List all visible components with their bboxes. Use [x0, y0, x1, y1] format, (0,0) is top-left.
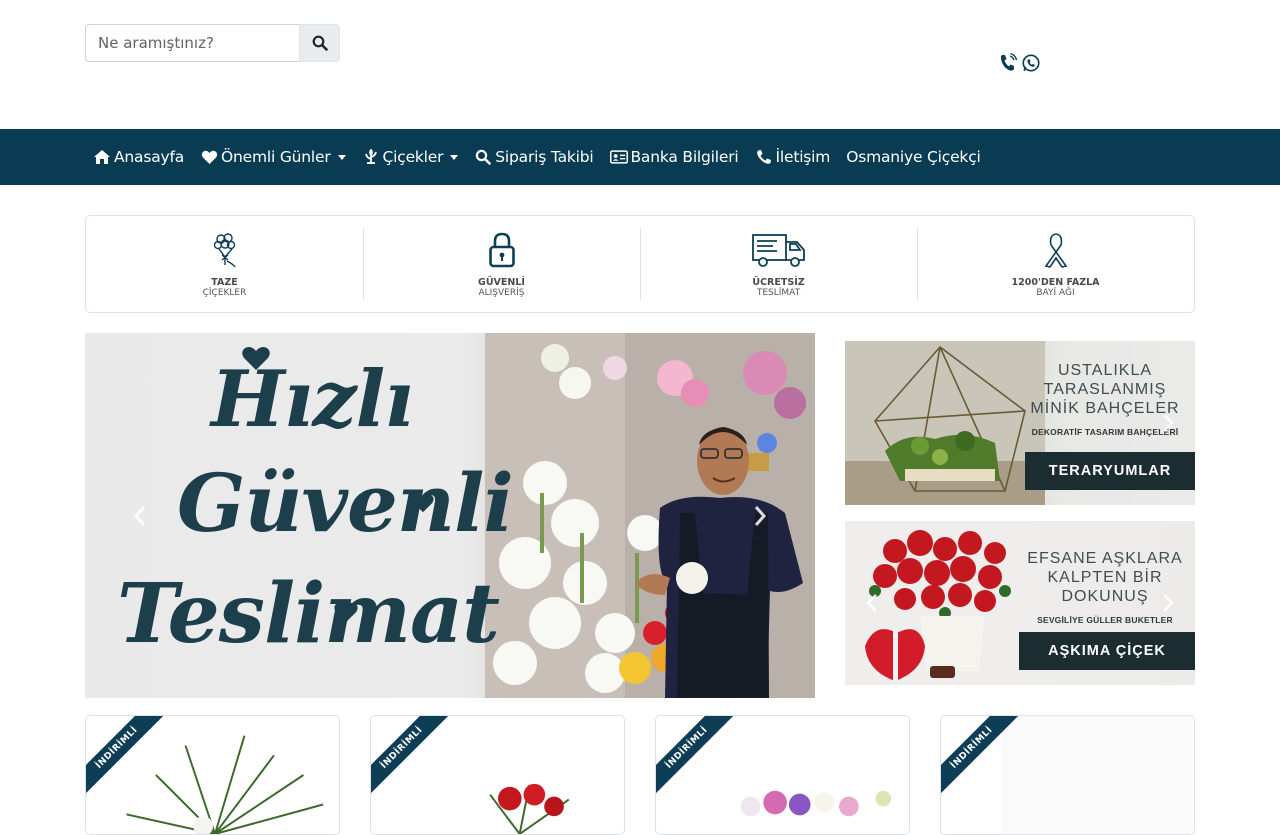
- feature-dealer-network: 1200'DEN FAZLA BAYİ AĞI: [917, 216, 1194, 312]
- search-icon: [474, 148, 492, 166]
- heart-decor-icon: [334, 602, 358, 623]
- ribbon-icon: [1041, 230, 1071, 270]
- feature-subtitle: ALIŞVERİŞ: [478, 288, 525, 298]
- carousel-prev-button[interactable]: [859, 583, 885, 623]
- feature-title: ÜCRETSİZ: [752, 277, 805, 288]
- nav-item-banka-bilgileri[interactable]: Banka Bilgileri: [609, 148, 739, 166]
- nav-label: Önemli Günler: [221, 148, 331, 166]
- nav-label: Anasayfa: [114, 148, 185, 166]
- banner-cta[interactable]: TERARYUMLAR: [1025, 452, 1195, 490]
- chevron-left-icon: [866, 594, 877, 612]
- heart-icon: [200, 148, 218, 166]
- nav-item-iletisim[interactable]: İletişim: [755, 148, 831, 166]
- chevron-down-icon: [450, 154, 459, 160]
- site-header: [0, 0, 1280, 129]
- carousel-next-button[interactable]: [1155, 583, 1181, 623]
- heart-decor-icon: [412, 494, 434, 513]
- feature-secure-shopping: GÜVENLİ ALIŞVERİŞ: [363, 216, 640, 312]
- banner-line: TARASLANMIŞ: [1043, 381, 1167, 398]
- phone-icon[interactable]: [998, 52, 1018, 74]
- banner-cta[interactable]: AŞKIMA ÇİÇEK: [1019, 632, 1195, 670]
- chevron-left-icon: [133, 505, 146, 526]
- nav-item-cicekler[interactable]: Çiçekler: [362, 148, 459, 166]
- banner-line: EFSANE AŞKLARA: [1027, 550, 1183, 567]
- nav-item-anasayfa[interactable]: Anasayfa: [93, 148, 184, 166]
- search-icon: [312, 35, 328, 51]
- nav-item-siparis-takibi[interactable]: Sipariş Takibi: [474, 148, 594, 166]
- feature-title: 1200'DEN FAZLA: [1011, 277, 1100, 288]
- flower-icon: [362, 148, 380, 166]
- feature-free-delivery: ÜCRETSİZ TESLİMAT: [640, 216, 917, 312]
- nav-label: Çiçekler: [382, 148, 444, 166]
- heart-decor-icon: [242, 347, 270, 370]
- terrarium-image: [845, 341, 1045, 505]
- love-flowers-banner[interactable]: EFSANE AŞKLARA KALPTEN BİR DOKUNUŞ SEVGİ…: [845, 521, 1195, 685]
- chevron-right-icon: [1163, 594, 1174, 612]
- lock-icon: [487, 230, 517, 270]
- home-icon: [93, 148, 111, 166]
- hero-text: Hızlı Güvenli Teslimat: [111, 333, 581, 698]
- search-input[interactable]: [85, 24, 299, 62]
- nav-label: Banka Bilgileri: [630, 148, 739, 166]
- product-card[interactable]: İNDİRİMLİ: [940, 715, 1195, 835]
- feature-title: GÜVENLİ: [478, 277, 525, 288]
- phone-icon: [755, 148, 773, 166]
- terrarium-banner[interactable]: USTALIKLA TARASLANMIŞ MİNİK BAHÇELER DEK…: [845, 341, 1195, 505]
- nav-label: Sipariş Takibi: [495, 148, 594, 166]
- feature-subtitle: TESLİMAT: [756, 288, 801, 298]
- feature-title: TAZE: [211, 277, 238, 288]
- nav-item-onemli-gunler[interactable]: Önemli Günler: [200, 148, 346, 166]
- chevron-right-icon: [754, 505, 767, 526]
- product-card[interactable]: İNDİRİMLİ: [655, 715, 910, 835]
- whatsapp-icon[interactable]: [1021, 52, 1041, 74]
- truck-icon: [751, 230, 807, 270]
- product-card[interactable]: İNDİRİMLİ: [370, 715, 625, 835]
- hero-word: Teslimat: [117, 566, 500, 662]
- nav-label: Osmaniye Çiçekçi: [846, 148, 981, 166]
- chevron-down-icon: [337, 154, 346, 160]
- nav-item-osmaniye-cicekci[interactable]: Osmaniye Çiçekçi: [846, 148, 981, 166]
- carousel-next-button[interactable]: [747, 496, 773, 536]
- chevron-right-icon: [1163, 414, 1174, 432]
- nav-list: Anasayfa Önemli Günler Çiçekler Sipariş …: [93, 129, 997, 185]
- nav-label: İletişim: [775, 148, 831, 166]
- contact-icons: [998, 52, 1041, 74]
- feature-fresh-flowers: TAZE ÇİÇEKLER: [86, 216, 363, 312]
- feature-subtitle: ÇİÇEKLER: [202, 288, 247, 298]
- main-navbar: Anasayfa Önemli Günler Çiçekler Sipariş …: [0, 129, 1280, 185]
- carousel-prev-button[interactable]: [127, 496, 153, 536]
- hero-word: Hızlı: [211, 354, 414, 445]
- carousel-next-button[interactable]: [1155, 403, 1181, 443]
- hero-carousel[interactable]: Hızlı Güvenli Teslimat: [85, 333, 815, 698]
- banner-line: USTALIKLA: [1057, 362, 1153, 379]
- search-button[interactable]: [299, 24, 340, 62]
- hero-word: Güvenli: [177, 456, 514, 550]
- feature-subtitle: BAYİ AĞI: [1036, 288, 1075, 298]
- product-card[interactable]: İNDİRİMLİ: [85, 715, 340, 835]
- id-card-icon: [609, 148, 628, 166]
- features-bar: TAZE ÇİÇEKLER GÜVENLİ ALIŞVERİŞ ÜCRETSİZ…: [85, 215, 1195, 313]
- bouquet-icon: [210, 230, 240, 270]
- search-bar: [85, 24, 340, 62]
